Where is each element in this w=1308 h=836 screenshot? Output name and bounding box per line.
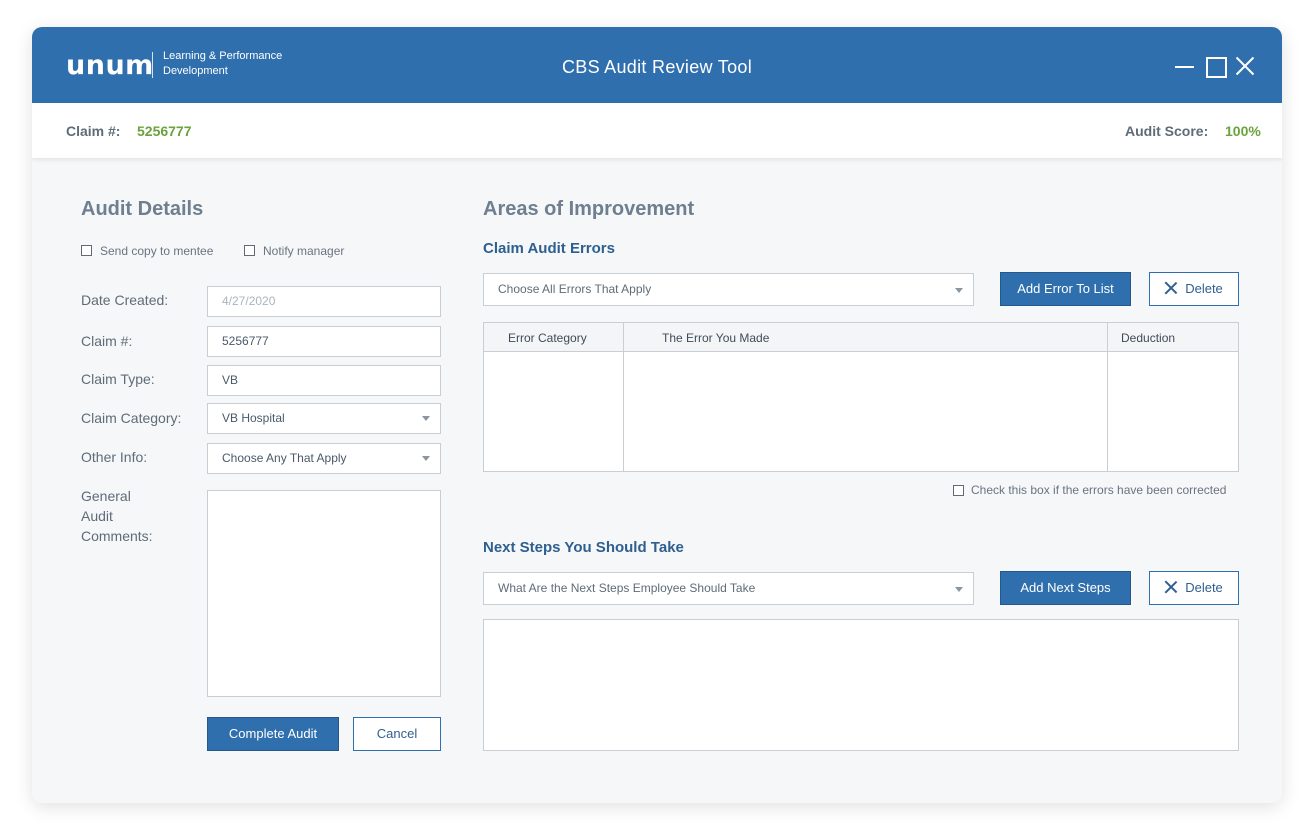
claim-type-field[interactable]: VB [207, 365, 441, 396]
notify-manager-checkbox[interactable] [244, 245, 255, 256]
errors-table-header: Error Category The Error You Made Deduct… [484, 323, 1238, 352]
delete-error-label: Delete [1185, 281, 1223, 296]
chevron-down-icon [955, 288, 963, 293]
th-deduction: Deduction [1121, 331, 1176, 345]
errors-table: Error Category The Error You Made Deduct… [483, 322, 1239, 472]
close-icon[interactable] [1234, 55, 1256, 77]
send-copy-checkbox[interactable] [81, 245, 92, 256]
next-steps-select-value: What Are the Next Steps Employee Should … [498, 581, 756, 595]
next-steps-select[interactable]: What Are the Next Steps Employee Should … [483, 572, 974, 605]
general-comments-label-line3: Comments: [81, 528, 153, 544]
claim-number-value: 5256777 [137, 123, 192, 139]
th-error-category: Error Category [508, 331, 587, 345]
audit-score-value: 100% [1225, 123, 1261, 139]
th-error-you-made: The Error You Made [662, 331, 770, 345]
app-window: unum Learning & Performance Development … [32, 27, 1282, 803]
errors-corrected-checkbox[interactable] [953, 485, 964, 496]
notify-manager-label: Notify manager [263, 244, 345, 258]
column-divider [623, 323, 624, 471]
add-next-steps-button[interactable]: Add Next Steps [1000, 571, 1131, 605]
claim-audit-errors-heading: Claim Audit Errors [483, 240, 615, 257]
claim-number-field-label: Claim #: [81, 333, 133, 349]
complete-audit-button[interactable]: Complete Audit [207, 717, 339, 751]
date-created-field: 4/27/2020 [207, 286, 441, 317]
claim-category-label: Claim Category: [81, 410, 182, 426]
errors-select[interactable]: Choose All Errors That Apply [483, 273, 974, 306]
general-comments-label-line1: General [81, 488, 131, 504]
general-comments-label: General Audit Comments: [81, 486, 153, 546]
close-icon [1165, 581, 1177, 593]
chevron-down-icon [422, 416, 430, 421]
general-comments-label-line2: Audit [81, 508, 113, 524]
claim-type-label: Claim Type: [81, 371, 155, 387]
claim-number-label: Claim #: [66, 123, 121, 139]
title-bar: unum Learning & Performance Development … [32, 27, 1282, 103]
other-info-label: Other Info: [81, 449, 148, 465]
add-error-button[interactable]: Add Error To List [1000, 272, 1131, 306]
next-steps-textarea[interactable] [483, 619, 1239, 751]
app-title: CBS Audit Review Tool [561, 57, 753, 77]
column-divider [1107, 323, 1108, 471]
general-comments-textarea[interactable] [207, 490, 441, 697]
claim-number-field[interactable]: 5256777 [207, 326, 441, 357]
chevron-down-icon [955, 587, 963, 592]
audit-score-label: Audit Score: [1125, 123, 1209, 139]
claim-info-bar: Claim #: 5256777 Audit Score: 100% [32, 103, 1282, 158]
claim-category-value: VB Hospital [222, 411, 285, 425]
close-icon [1165, 282, 1177, 294]
send-copy-label: Send copy to mentee [100, 244, 214, 258]
errors-select-value: Choose All Errors That Apply [498, 282, 652, 296]
minimize-icon[interactable] [1174, 55, 1196, 77]
other-info-select[interactable]: Choose Any That Apply [207, 443, 441, 474]
areas-of-improvement-heading: Areas of Improvement [483, 198, 695, 220]
audit-details-heading: Audit Details [81, 198, 204, 220]
next-steps-heading: Next Steps You Should Take [483, 539, 684, 556]
other-info-value: Choose Any That Apply [222, 451, 347, 465]
delete-next-steps-button[interactable]: Delete [1149, 571, 1239, 605]
chevron-down-icon [422, 456, 430, 461]
delete-error-button[interactable]: Delete [1149, 272, 1239, 306]
delete-next-steps-label: Delete [1185, 580, 1223, 595]
claim-category-select[interactable]: VB Hospital [207, 403, 441, 434]
date-created-label: Date Created: [81, 292, 169, 308]
errors-corrected-label: Check this box if the errors have been c… [971, 483, 1227, 497]
maximize-icon[interactable] [1204, 55, 1227, 78]
cancel-button[interactable]: Cancel [353, 717, 441, 751]
